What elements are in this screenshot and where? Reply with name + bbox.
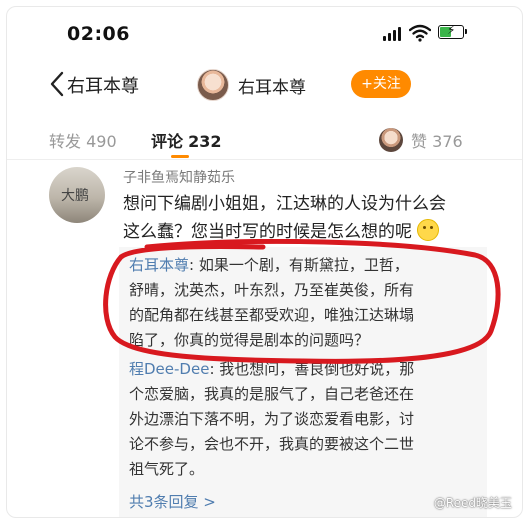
commenter-avatar-text: 大鹏 — [61, 188, 89, 204]
tab-repost-label: 转发 — [49, 132, 82, 151]
more-replies-link[interactable]: 共3条回复 > — [129, 491, 216, 512]
cellular-signal-icon — [383, 27, 403, 41]
reply-item[interactable]: 右耳本尊: 如果一个剧，有斯黛拉，卫哲， 舒晴，沈英杰，叶东烈，乃至崔英俊，所有… — [129, 253, 479, 353]
reply-line: 陷了，你真的觉得是剧本的问题吗？ — [129, 331, 370, 349]
back-chevron-icon[interactable] — [49, 71, 65, 97]
reply-item[interactable]: 程Dee-Dee: 我也想问，善良倒也好说，那 个恋爱脑，我真的是服气了，自己老… — [129, 357, 479, 482]
reply-line: 论不参与，会也不开，我真的要被这个二世 — [129, 435, 415, 453]
wifi-icon — [409, 24, 431, 42]
tab-comments-label: 评论 — [151, 132, 184, 151]
app-window: 02:06 ⚡ 右耳本尊 右耳本尊 +关注 转发 490 评论 232 赞 37… — [6, 6, 523, 518]
reply-author[interactable]: 右耳本尊 — [129, 256, 189, 274]
commenter-username[interactable]: 子非鱼焉知静茹乐 — [123, 167, 235, 187]
weibo-watermark: @Reed晓美玉 — [433, 496, 512, 510]
author-avatar[interactable] — [197, 69, 229, 101]
comment-text[interactable]: 想问下编剧小姐姐，江达琳的人设为什么会 这么蠢？您当时写的时候是怎么想的呢 — [123, 190, 483, 246]
tab-likes-count: 376 — [432, 132, 463, 151]
status-time: 02:06 — [67, 23, 130, 45]
reply-line: 外边漂泊下落不明，为了谈恋爱看电影，讨 — [129, 410, 415, 428]
liker-avatar — [379, 128, 403, 152]
tab-comments-count: 232 — [188, 132, 222, 151]
active-tab-indicator — [171, 155, 189, 158]
back-button-label[interactable]: 右耳本尊 — [67, 72, 139, 98]
nav-title: 右耳本尊 — [238, 78, 306, 98]
reply-line: 舒晴，沈英杰，叶东烈，乃至崔英俊，所有 — [129, 281, 415, 299]
tab-comments[interactable]: 评论 232 — [151, 128, 222, 152]
nav-bar: 右耳本尊 右耳本尊 +关注 — [7, 59, 522, 111]
reply-line: 个恋爱脑，我真的是服气了，自己老爸还在 — [129, 385, 415, 403]
comment-line: 这么蠢？您当时写的时候是怎么想的呢 — [123, 222, 412, 242]
tab-bar: 转发 490 评论 232 赞 376 — [7, 119, 522, 159]
reply-author[interactable]: 程Dee-Dee — [129, 360, 209, 378]
tab-divider — [7, 159, 522, 160]
status-bar: 02:06 ⚡ — [7, 7, 522, 59]
tab-repost[interactable]: 转发 490 — [49, 128, 117, 152]
reply-text: : 如果一个剧，有斯黛拉，卫哲， — [189, 256, 409, 274]
reply-text: : 我也想问，善良倒也好说，那 — [209, 360, 415, 378]
smile-emoji-icon — [417, 219, 440, 241]
reply-line: 祖气死了。 — [129, 460, 205, 478]
comment-line-with-emoji: 这么蠢？您当时写的时候是怎么想的呢 — [123, 218, 483, 246]
tab-likes-label: 赞 — [411, 132, 428, 151]
battery-charging-icon: ⚡ — [438, 23, 467, 39]
reply-line: 右耳本尊: 如果一个剧，有斯黛拉，卫哲， — [129, 253, 479, 278]
comment-line: 想问下编剧小姐姐，江达琳的人设为什么会 — [123, 194, 446, 214]
reply-line: 程Dee-Dee: 我也想问，善良倒也好说，那 — [129, 357, 479, 382]
reply-line: 的配角都在线甚至都受欢迎，唯独江达琳塌 — [129, 306, 415, 324]
tab-repost-count: 490 — [86, 132, 117, 151]
commenter-avatar[interactable]: 大鹏 — [49, 167, 105, 223]
follow-button[interactable]: +关注 — [351, 70, 411, 98]
tab-likes[interactable]: 赞 376 — [411, 128, 463, 152]
